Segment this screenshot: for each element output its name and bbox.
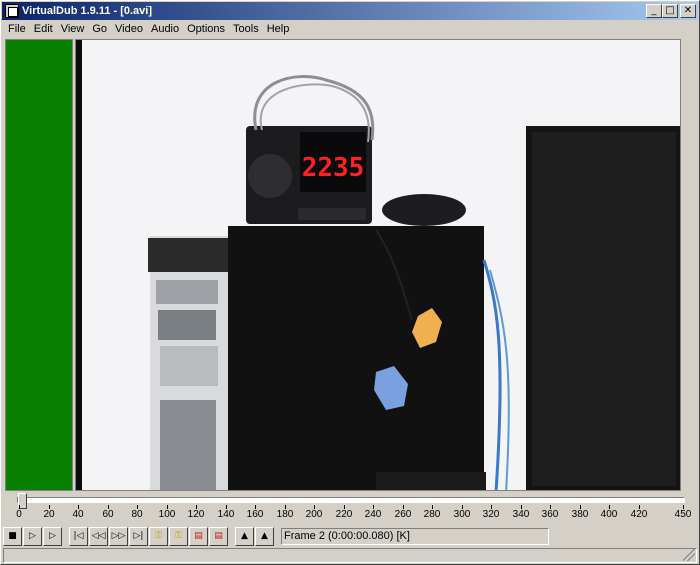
- next-frame-button[interactable]: ▷▷: [109, 526, 128, 546]
- input-video-pane[interactable]: [5, 39, 73, 491]
- stop-icon: ■: [8, 530, 17, 541]
- timeline-tick-label: 300: [453, 509, 471, 520]
- timeline-tick-label: 340: [512, 509, 530, 520]
- key-prev-icon: ⚿: [155, 530, 162, 541]
- timeline-tick-label: 200: [305, 509, 323, 520]
- timeline-tick-label: 320: [482, 509, 500, 520]
- title-bar[interactable]: VirtualDub 1.9.11 - [0.avi] _ □ ✕: [2, 2, 698, 20]
- maximize-button[interactable]: □: [662, 4, 678, 18]
- timeline-ticks: 0 20 40 60 80 100 120 140 160 180 200 220 240 260 280 3…: [16, 505, 691, 523]
- virtualdub-window: VirtualDub 1.9.11 - [0.avi] _ □ ✕ File E…: [0, 0, 700, 565]
- prev-frame-icon: ◁◁: [91, 530, 106, 541]
- next-frame-icon: ▷▷: [111, 530, 126, 541]
- mark-in-icon: ▲: [241, 530, 248, 541]
- next-scene-button[interactable]: ▤: [209, 526, 228, 546]
- close-button[interactable]: ✕: [680, 4, 696, 18]
- prev-frame-button[interactable]: ◁◁: [89, 526, 108, 546]
- window-controls: _ □ ✕: [646, 4, 696, 18]
- app-icon[interactable]: [5, 4, 19, 18]
- prev-scene-button[interactable]: ▤: [189, 526, 208, 546]
- timeline-tick-label: 220: [335, 509, 353, 520]
- frame-indicator: Frame 2 (0:00:00.080) [K]: [281, 527, 549, 545]
- menu-bar: File Edit View Go Video Audio Options To…: [2, 20, 698, 37]
- mark-in-button[interactable]: ▲: [235, 526, 254, 546]
- timeline-tick-label: 180: [276, 509, 294, 520]
- play-output-button[interactable]: ▷: [43, 526, 62, 546]
- menu-video[interactable]: Video: [111, 23, 147, 35]
- timeline-tick-label: 80: [131, 509, 143, 520]
- prev-keyframe-button[interactable]: ⚿: [149, 526, 168, 546]
- timeline-tick-label: 240: [364, 509, 382, 520]
- timeline-tick-label: 100: [158, 509, 176, 520]
- scene-prev-icon: ▤: [194, 530, 203, 541]
- stop-button[interactable]: ■: [3, 526, 22, 546]
- go-start-button[interactable]: |◁: [69, 526, 88, 546]
- next-keyframe-button[interactable]: ⚿: [169, 526, 188, 546]
- timeline-tick-label: 360: [541, 509, 559, 520]
- mark-out-button[interactable]: ▲: [255, 526, 274, 546]
- menu-tools[interactable]: Tools: [229, 23, 263, 35]
- window-title: VirtualDub 1.9.11 - [0.avi]: [22, 5, 153, 17]
- menu-go[interactable]: Go: [88, 23, 111, 35]
- timeline-tick-label: 40: [72, 509, 84, 520]
- timeline-tick-label: 140: [217, 509, 235, 520]
- menu-help[interactable]: Help: [263, 23, 294, 35]
- timeline-tick-label: 450: [674, 509, 692, 520]
- video-frame-image: 2235: [76, 40, 680, 490]
- timeline-tick-label: 160: [246, 509, 264, 520]
- output-video-pane[interactable]: 2235: [75, 39, 681, 491]
- mark-out-icon: ▲: [261, 530, 268, 541]
- play-output-icon: ▷: [49, 530, 56, 541]
- playback-toolbar: ■ ▷ ▷ |◁ ◁◁ ▷▷ ▷| ⚿ ⚿ ▤ ▤ ▲ ▲ Frame 2 (0…: [3, 525, 699, 547]
- play-input-icon: ▷: [29, 530, 36, 541]
- timeline-tick-label: 400: [600, 509, 618, 520]
- resize-grip-icon[interactable]: [683, 549, 695, 561]
- timeline-tick-label: 120: [187, 509, 205, 520]
- menu-audio[interactable]: Audio: [147, 23, 183, 35]
- timeline-tick-label: 380: [571, 509, 589, 520]
- go-end-icon: ▷|: [133, 530, 144, 541]
- clock-digits: 2235: [302, 153, 365, 183]
- timeline-tick-label: 280: [423, 509, 441, 520]
- go-start-icon: |◁: [73, 530, 84, 541]
- timeline-tick-label: 60: [102, 509, 114, 520]
- menu-edit[interactable]: Edit: [30, 23, 57, 35]
- go-end-button[interactable]: ▷|: [129, 526, 148, 546]
- scene-next-icon: ▤: [214, 530, 223, 541]
- minimize-button[interactable]: _: [646, 4, 662, 18]
- menu-options[interactable]: Options: [183, 23, 229, 35]
- timeline-tick-label: 20: [43, 509, 55, 520]
- timeline-tick-label: 420: [630, 509, 648, 520]
- menu-view[interactable]: View: [57, 23, 89, 35]
- key-next-icon: ⚿: [175, 530, 182, 541]
- timeline-tick-label: 0: [16, 509, 22, 520]
- menu-file[interactable]: File: [4, 23, 30, 35]
- play-input-button[interactable]: ▷: [23, 526, 42, 546]
- timeline-tick-label: 260: [394, 509, 412, 520]
- position-slider[interactable]: 0 20 40 60 80 100 120 140 160 180 200 220 240 260 280 3…: [3, 493, 697, 523]
- status-bar: [3, 548, 697, 563]
- slider-track[interactable]: [17, 497, 685, 503]
- video-panes: 2235: [3, 37, 683, 493]
